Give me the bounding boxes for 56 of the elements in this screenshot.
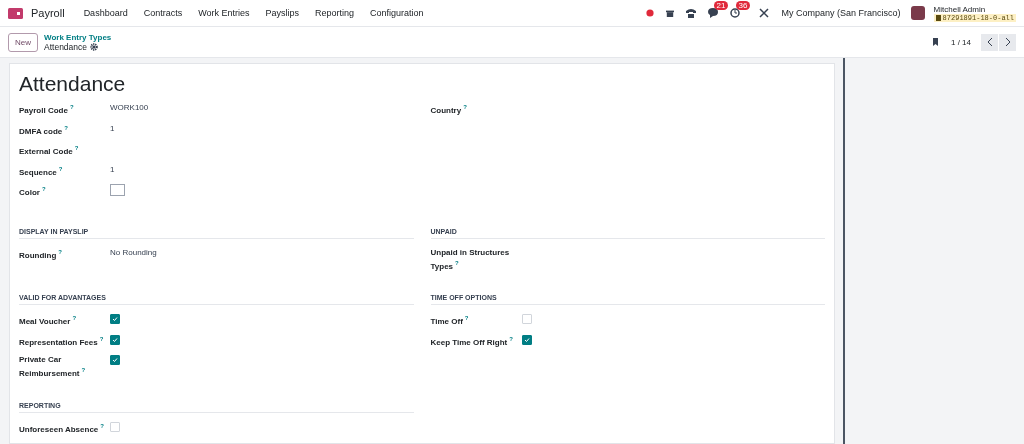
- new-button[interactable]: New: [8, 32, 38, 52]
- company-switcher[interactable]: My Company (San Francisco): [781, 8, 901, 18]
- color-swatch[interactable]: [110, 184, 125, 196]
- next-button[interactable]: [999, 33, 1016, 51]
- field-value: No Rounding: [110, 246, 158, 258]
- field-label: DMFA code $^{?}$: [19, 123, 69, 137]
- check-icon: [112, 316, 118, 323]
- check-icon: [112, 336, 118, 343]
- checkbox[interactable]: [110, 334, 120, 345]
- previous-button[interactable]: [981, 33, 998, 51]
- field-label: Unpaid in Structures Types $^{?}$: [430, 246, 511, 272]
- check-icon: [523, 336, 530, 343]
- field-label: Keep Time Off Right $^{?}$: [430, 334, 514, 348]
- field-value: 1: [110, 163, 116, 175]
- field-label: Meal Voucher $^{?}$: [19, 314, 78, 327]
- field-label: Unforeseen Absence $^{?}$: [19, 421, 105, 435]
- check-icon: [112, 357, 118, 364]
- user-avatar[interactable]: [910, 6, 925, 20]
- breadcrumb-link[interactable]: Work Entry Types: [44, 32, 112, 42]
- app-name[interactable]: Payroll: [31, 7, 65, 19]
- attachment-icon[interactable]: [931, 37, 941, 47]
- field-label: Sequence $^{?}$: [19, 164, 64, 178]
- menu-item[interactable]: Work Entries: [193, 8, 255, 18]
- record-name: Attendance: [44, 41, 88, 52]
- app-logo-icon[interactable]: [8, 7, 23, 19]
- gift-icon[interactable]: [665, 9, 674, 17]
- field-label: Representation Fees $^{?}$: [19, 334, 105, 348]
- gear-icon[interactable]: [90, 42, 99, 51]
- count-badge: 36: [735, 1, 751, 10]
- menu-item[interactable]: Contracts: [138, 8, 188, 18]
- clock-icon[interactable]: [729, 8, 740, 18]
- checkbox[interactable]: [110, 314, 120, 325]
- count-badge: 21: [713, 1, 729, 10]
- phone-icon[interactable]: [685, 8, 696, 18]
- field-label: External Code $^{?}$: [19, 144, 80, 157]
- field-label: Color $^{?}$: [19, 185, 47, 198]
- checkbox[interactable]: [110, 355, 120, 366]
- field-value: WORK100: [110, 102, 150, 113]
- chevron-right-icon: [1004, 38, 1011, 46]
- record-icon[interactable]: [645, 9, 654, 17]
- chevron-left-icon: [986, 38, 993, 46]
- field-label: Private Car Reimbursement $^{?}$: [19, 354, 87, 379]
- pager-value: 1 / 14: [951, 37, 971, 47]
- menu-item[interactable]: Reporting: [310, 8, 360, 18]
- field-value: 1: [110, 122, 116, 134]
- user-name[interactable]: Mitchell Admin: [933, 4, 1016, 14]
- menu-item[interactable]: Configuration: [365, 8, 429, 18]
- field-label: Time Off $^{?}$: [430, 314, 470, 327]
- record-title: Attendance: [19, 72, 127, 96]
- field-label: Country $^{?}$: [430, 103, 468, 116]
- field-label: Payroll Code $^{?}$: [19, 103, 75, 116]
- checkbox[interactable]: [521, 334, 532, 345]
- menu-item[interactable]: Payslips: [260, 8, 305, 18]
- field-label: Rounding $^{?}$: [19, 247, 63, 261]
- menu-item[interactable]: Dashboard: [78, 8, 133, 18]
- chat-icon[interactable]: [707, 8, 718, 18]
